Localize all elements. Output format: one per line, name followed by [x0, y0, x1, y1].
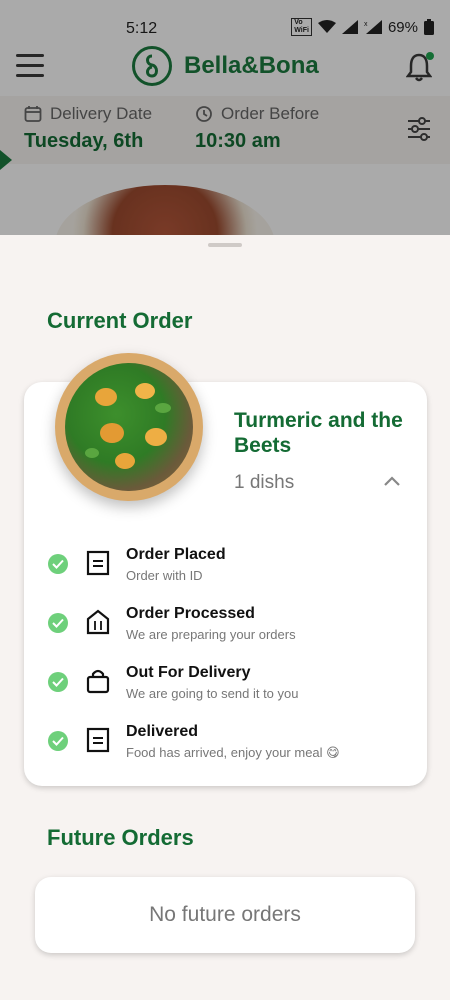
document-icon — [86, 550, 110, 576]
no-future-orders-text: No future orders — [149, 903, 301, 926]
step-subtitle: We are going to send it to you — [126, 686, 299, 701]
dish-name: Turmeric and the Beets — [234, 409, 403, 457]
step-title: Out For Delivery — [126, 664, 251, 681]
current-order-title: Current Order — [47, 308, 193, 333]
order-bottom-sheet: Current Order Turmeric and the Beets 1 d… — [0, 235, 450, 1000]
step-delivered: Delivered Food has arrived, enjoy your m… — [24, 723, 427, 773]
step-order-processed: Order Processed We are preparing your or… — [24, 605, 427, 655]
future-orders-title: Future Orders — [47, 825, 194, 850]
kitchen-icon — [86, 609, 110, 635]
background-screen: 5:12 Vo WiFi x 69% Bella&Bona Delivery Da — [0, 0, 450, 235]
check-icon — [48, 613, 68, 633]
check-icon — [48, 731, 68, 751]
step-subtitle: We are preparing your orders — [126, 627, 296, 642]
future-orders-card: No future orders — [35, 877, 415, 953]
step-subtitle: Food has arrived, enjoy your meal 😋 — [126, 745, 340, 760]
step-subtitle: Order with ID — [126, 568, 203, 583]
step-title: Delivered — [126, 723, 199, 740]
check-icon — [48, 554, 68, 574]
bag-icon — [86, 668, 110, 694]
step-title: Order Processed — [126, 605, 255, 622]
dish-image — [55, 353, 203, 501]
step-out-for-delivery: Out For Delivery We are going to send it… — [24, 664, 427, 714]
dim-overlay[interactable] — [0, 0, 450, 235]
dish-count: 1 dishs — [234, 472, 295, 493]
step-title: Order Placed — [126, 546, 226, 563]
chevron-up-icon[interactable] — [383, 474, 401, 486]
check-icon — [48, 672, 68, 692]
step-order-placed: Order Placed Order with ID — [24, 546, 427, 596]
drag-handle[interactable] — [208, 243, 242, 247]
document-icon — [86, 727, 110, 753]
